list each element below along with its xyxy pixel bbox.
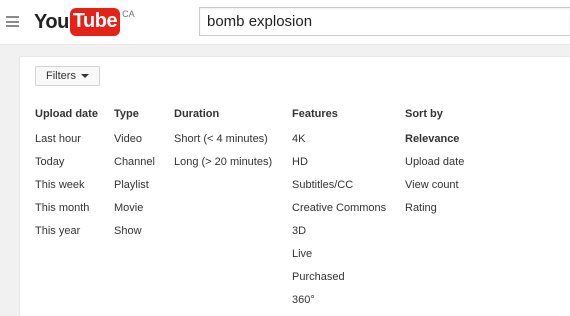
upload-date-heading: Upload date	[35, 108, 98, 120]
type-heading: Type	[114, 108, 139, 120]
masthead: You Tube CA	[0, 0, 570, 45]
filters-button-label: Filters	[46, 70, 76, 82]
filter-option-playlist[interactable]: Playlist	[114, 178, 155, 192]
filter-option-360[interactable]: 360°	[292, 293, 386, 307]
youtube-logo[interactable]: You Tube CA	[34, 8, 135, 36]
search-filters-panel: Filters Upload date Last hour Today This…	[19, 56, 570, 316]
filter-option-this-year[interactable]: This year	[35, 224, 98, 238]
filter-option-creative-commons[interactable]: Creative Commons	[292, 201, 386, 215]
sort-option-relevance[interactable]: Relevance	[405, 132, 464, 146]
search-input[interactable]	[199, 7, 570, 36]
filters-button[interactable]: Filters	[35, 66, 100, 86]
logo-region-code: CA	[122, 9, 135, 19]
filter-option-subtitles[interactable]: Subtitles/CC	[292, 178, 386, 192]
filter-option-movie[interactable]: Movie	[114, 201, 155, 215]
sort-by-column: Sort by Relevance Upload date View count…	[405, 107, 464, 224]
sort-option-rating[interactable]: Rating	[405, 201, 464, 215]
duration-heading: Duration	[174, 108, 220, 120]
filter-option-live[interactable]: Live	[292, 247, 386, 261]
filter-option-today[interactable]: Today	[35, 155, 98, 169]
caret-down-icon	[80, 74, 89, 78]
filter-option-this-week[interactable]: This week	[35, 178, 98, 192]
filter-option-4k[interactable]: 4K	[292, 132, 386, 146]
sort-by-heading: Sort by	[405, 108, 443, 120]
type-column: Type Video Channel Playlist Movie Show	[114, 107, 155, 247]
logo-tube-badge: Tube	[69, 8, 121, 36]
features-heading: Features	[292, 108, 338, 120]
filter-option-this-month[interactable]: This month	[35, 201, 98, 215]
sort-option-upload-date[interactable]: Upload date	[405, 155, 464, 169]
filter-option-show[interactable]: Show	[114, 224, 155, 238]
guide-menu-icon[interactable]	[6, 16, 19, 27]
filter-option-last-hour[interactable]: Last hour	[35, 132, 98, 146]
filter-option-channel[interactable]: Channel	[114, 155, 155, 169]
duration-column: Duration Short (< 4 minutes) Long (> 20 …	[174, 107, 272, 178]
upload-date-column: Upload date Last hour Today This week Th…	[35, 107, 98, 247]
filter-option-short[interactable]: Short (< 4 minutes)	[174, 132, 272, 146]
logo-you-text: You	[34, 11, 69, 33]
filter-option-hd[interactable]: HD	[292, 155, 386, 169]
filter-option-video[interactable]: Video	[114, 132, 155, 146]
filter-option-long[interactable]: Long (> 20 minutes)	[174, 155, 272, 169]
filter-option-purchased[interactable]: Purchased	[292, 270, 386, 284]
sort-option-view-count[interactable]: View count	[405, 178, 464, 192]
features-column: Features 4K HD Subtitles/CC Creative Com…	[292, 107, 386, 316]
filter-option-3d[interactable]: 3D	[292, 224, 386, 238]
